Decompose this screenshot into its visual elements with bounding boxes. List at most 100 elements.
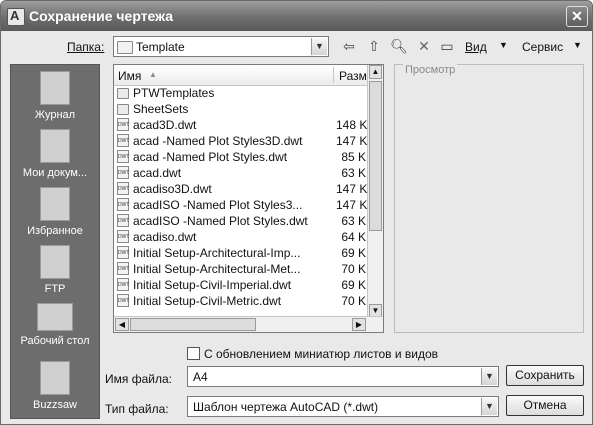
scroll-left-icon[interactable]: ◀ <box>115 318 129 331</box>
dwt-file-icon: DWT <box>117 262 129 275</box>
dwt-file-icon: DWT <box>117 182 129 195</box>
file-size: 63 K <box>341 214 366 228</box>
tools-caret-icon[interactable]: ▼ <box>573 40 582 50</box>
list-item[interactable]: DWT acadiso3D.dwt 147 K <box>114 181 368 197</box>
update-thumbnails-checkbox[interactable] <box>187 347 200 360</box>
save-button[interactable]: Сохранить <box>506 365 584 386</box>
file-size: 148 K <box>336 118 368 132</box>
list-item[interactable]: DWT acadiso.dwt 64 K <box>114 229 368 245</box>
place-history[interactable]: Журнал <box>11 71 99 121</box>
dwt-file-icon: DWT <box>117 150 129 163</box>
file-size: 69 K <box>341 246 366 260</box>
folder-icon <box>117 88 129 99</box>
place-label: Избранное <box>27 225 83 237</box>
place-desktop[interactable]: Рабочий стол <box>11 303 99 347</box>
file-name: Initial Setup-Architectural-Imp... <box>133 246 301 260</box>
folder-icon <box>117 104 129 115</box>
ftp-icon <box>40 245 70 279</box>
delete-icon[interactable]: ✕ <box>415 37 433 55</box>
list-item[interactable]: DWT Initial Setup-Architectural-Imp... 69 … <box>114 245 368 261</box>
file-size: 64 K <box>341 230 366 244</box>
list-item[interactable]: DWT acad -Named Plot Styles3D.dwt 147 K <box>114 133 368 149</box>
filename-label: Имя файла: <box>105 372 172 386</box>
tools-menu[interactable]: Сервис <box>522 40 563 54</box>
file-size: 147 K <box>336 134 368 148</box>
list-item[interactable]: DWT acad -Named Plot Styles.dwt 85 K <box>114 149 368 165</box>
chevron-down-icon[interactable]: ▼ <box>481 398 497 415</box>
dwt-file-icon: DWT <box>117 134 129 147</box>
dwt-file-icon: DWT <box>117 294 129 307</box>
file-name: acad -Named Plot Styles3D.dwt <box>133 134 303 148</box>
list-item[interactable]: PTWTemplates <box>114 85 368 101</box>
cancel-button[interactable]: Отмена <box>506 395 584 416</box>
dwt-file-icon: DWT <box>117 118 129 131</box>
file-name: acadISO -Named Plot Styles3... <box>133 198 303 212</box>
filename-input[interactable]: A4 ▼ <box>187 366 499 387</box>
back-icon[interactable]: ⇦ <box>340 37 358 55</box>
buzzsaw-icon <box>40 361 70 395</box>
dwt-file-icon: DWT <box>117 214 129 227</box>
title-bar[interactable]: A Сохранение чертежа ✕ <box>1 1 592 31</box>
place-ftp[interactable]: FTP <box>11 245 99 295</box>
file-name: Initial Setup-Architectural-Met... <box>133 262 301 276</box>
my-documents-icon <box>40 129 70 163</box>
desktop-icon <box>37 303 73 331</box>
chevron-down-icon[interactable]: ▼ <box>481 368 497 385</box>
scroll-thumb-horizontal[interactable] <box>130 318 256 331</box>
dwt-file-icon: DWT <box>117 198 129 211</box>
views-caret-icon[interactable]: ▼ <box>499 40 508 50</box>
sort-ascending-icon: ▲ <box>149 70 157 79</box>
scroll-up-icon[interactable]: ▲ <box>369 65 382 79</box>
dwt-file-icon: DWT <box>117 166 129 179</box>
list-item[interactable]: DWT acad.dwt 63 K <box>114 165 368 181</box>
horizontal-scrollbar[interactable]: ◀ ▶ <box>114 316 383 332</box>
folder-value: Template <box>136 40 185 54</box>
list-item[interactable]: DWT Initial Setup-Civil-Metric.dwt 70 K <box>114 293 368 309</box>
views-menu[interactable]: Вид <box>465 40 487 54</box>
filename-value: A4 <box>193 370 208 384</box>
chevron-down-icon[interactable]: ▼ <box>311 38 327 55</box>
folder-label: Папка: <box>67 40 105 54</box>
new-folder-icon[interactable]: ▭ <box>438 37 456 55</box>
list-item[interactable]: DWT Initial Setup-Architectural-Met... 70 … <box>114 261 368 277</box>
save-drawing-dialog: A Сохранение чертежа ✕ Папка: Template ▼… <box>0 0 593 425</box>
scroll-right-icon[interactable]: ▶ <box>352 318 366 331</box>
list-item[interactable]: DWT acad3D.dwt 148 K <box>114 117 368 133</box>
file-list[interactable]: Имя ▲ Разме PTWTemplates SheetSets DWT acad… <box>113 64 384 333</box>
place-my-documents[interactable]: Мои докум... <box>11 129 99 179</box>
folder-icon <box>117 41 133 54</box>
column-divider[interactable] <box>333 67 334 83</box>
list-item[interactable]: SheetSets <box>114 101 368 117</box>
filetype-label: Тип файла: <box>105 402 169 416</box>
autocad-app-icon: A <box>7 8 25 26</box>
file-name: Initial Setup-Civil-Imperial.dwt <box>133 278 292 292</box>
file-name: acadiso3D.dwt <box>133 182 212 196</box>
dwt-file-icon: DWT <box>117 246 129 259</box>
file-name: SheetSets <box>133 102 189 116</box>
file-size: 63 K <box>341 166 366 180</box>
scroll-thumb[interactable] <box>369 81 382 231</box>
vertical-scrollbar[interactable]: ▲ ▼ <box>367 65 383 318</box>
place-label: FTP <box>44 283 66 295</box>
list-item[interactable]: DWT acadISO -Named Plot Styles.dwt 63 K <box>114 213 368 229</box>
update-thumbnails-label: С обновлением миниатюр листов и видов <box>204 347 439 361</box>
file-name: acad -Named Plot Styles.dwt <box>133 150 288 164</box>
search-web-icon[interactable]: 🔍︎ <box>390 37 408 55</box>
list-item[interactable]: DWT acadISO -Named Plot Styles3... 147 K <box>114 197 368 213</box>
filetype-dropdown[interactable]: Шаблон чертежа AutoCAD (*.dwt) ▼ <box>187 396 499 417</box>
place-buzzsaw[interactable]: Buzzsaw <box>11 361 99 411</box>
file-name: acad3D.dwt <box>133 118 197 132</box>
place-favorites[interactable]: Избранное <box>11 187 99 237</box>
file-size: 70 K <box>341 294 366 308</box>
places-bar: Журнал Мои докум... Избранное FTP Рабочи… <box>10 64 100 419</box>
column-name-header[interactable]: Имя <box>118 69 141 83</box>
file-size: 85 K <box>341 150 366 164</box>
dwt-file-icon: DWT <box>117 278 129 291</box>
place-label: Мои докум... <box>22 167 88 179</box>
close-button[interactable]: ✕ <box>566 6 588 27</box>
file-name: acadiso.dwt <box>133 230 197 244</box>
up-folder-icon[interactable]: ⇧ <box>365 37 383 55</box>
place-label: Рабочий стол <box>20 335 90 347</box>
folder-dropdown[interactable]: Template ▼ <box>113 36 329 57</box>
list-item[interactable]: DWT Initial Setup-Civil-Imperial.dwt 69 K <box>114 277 368 293</box>
